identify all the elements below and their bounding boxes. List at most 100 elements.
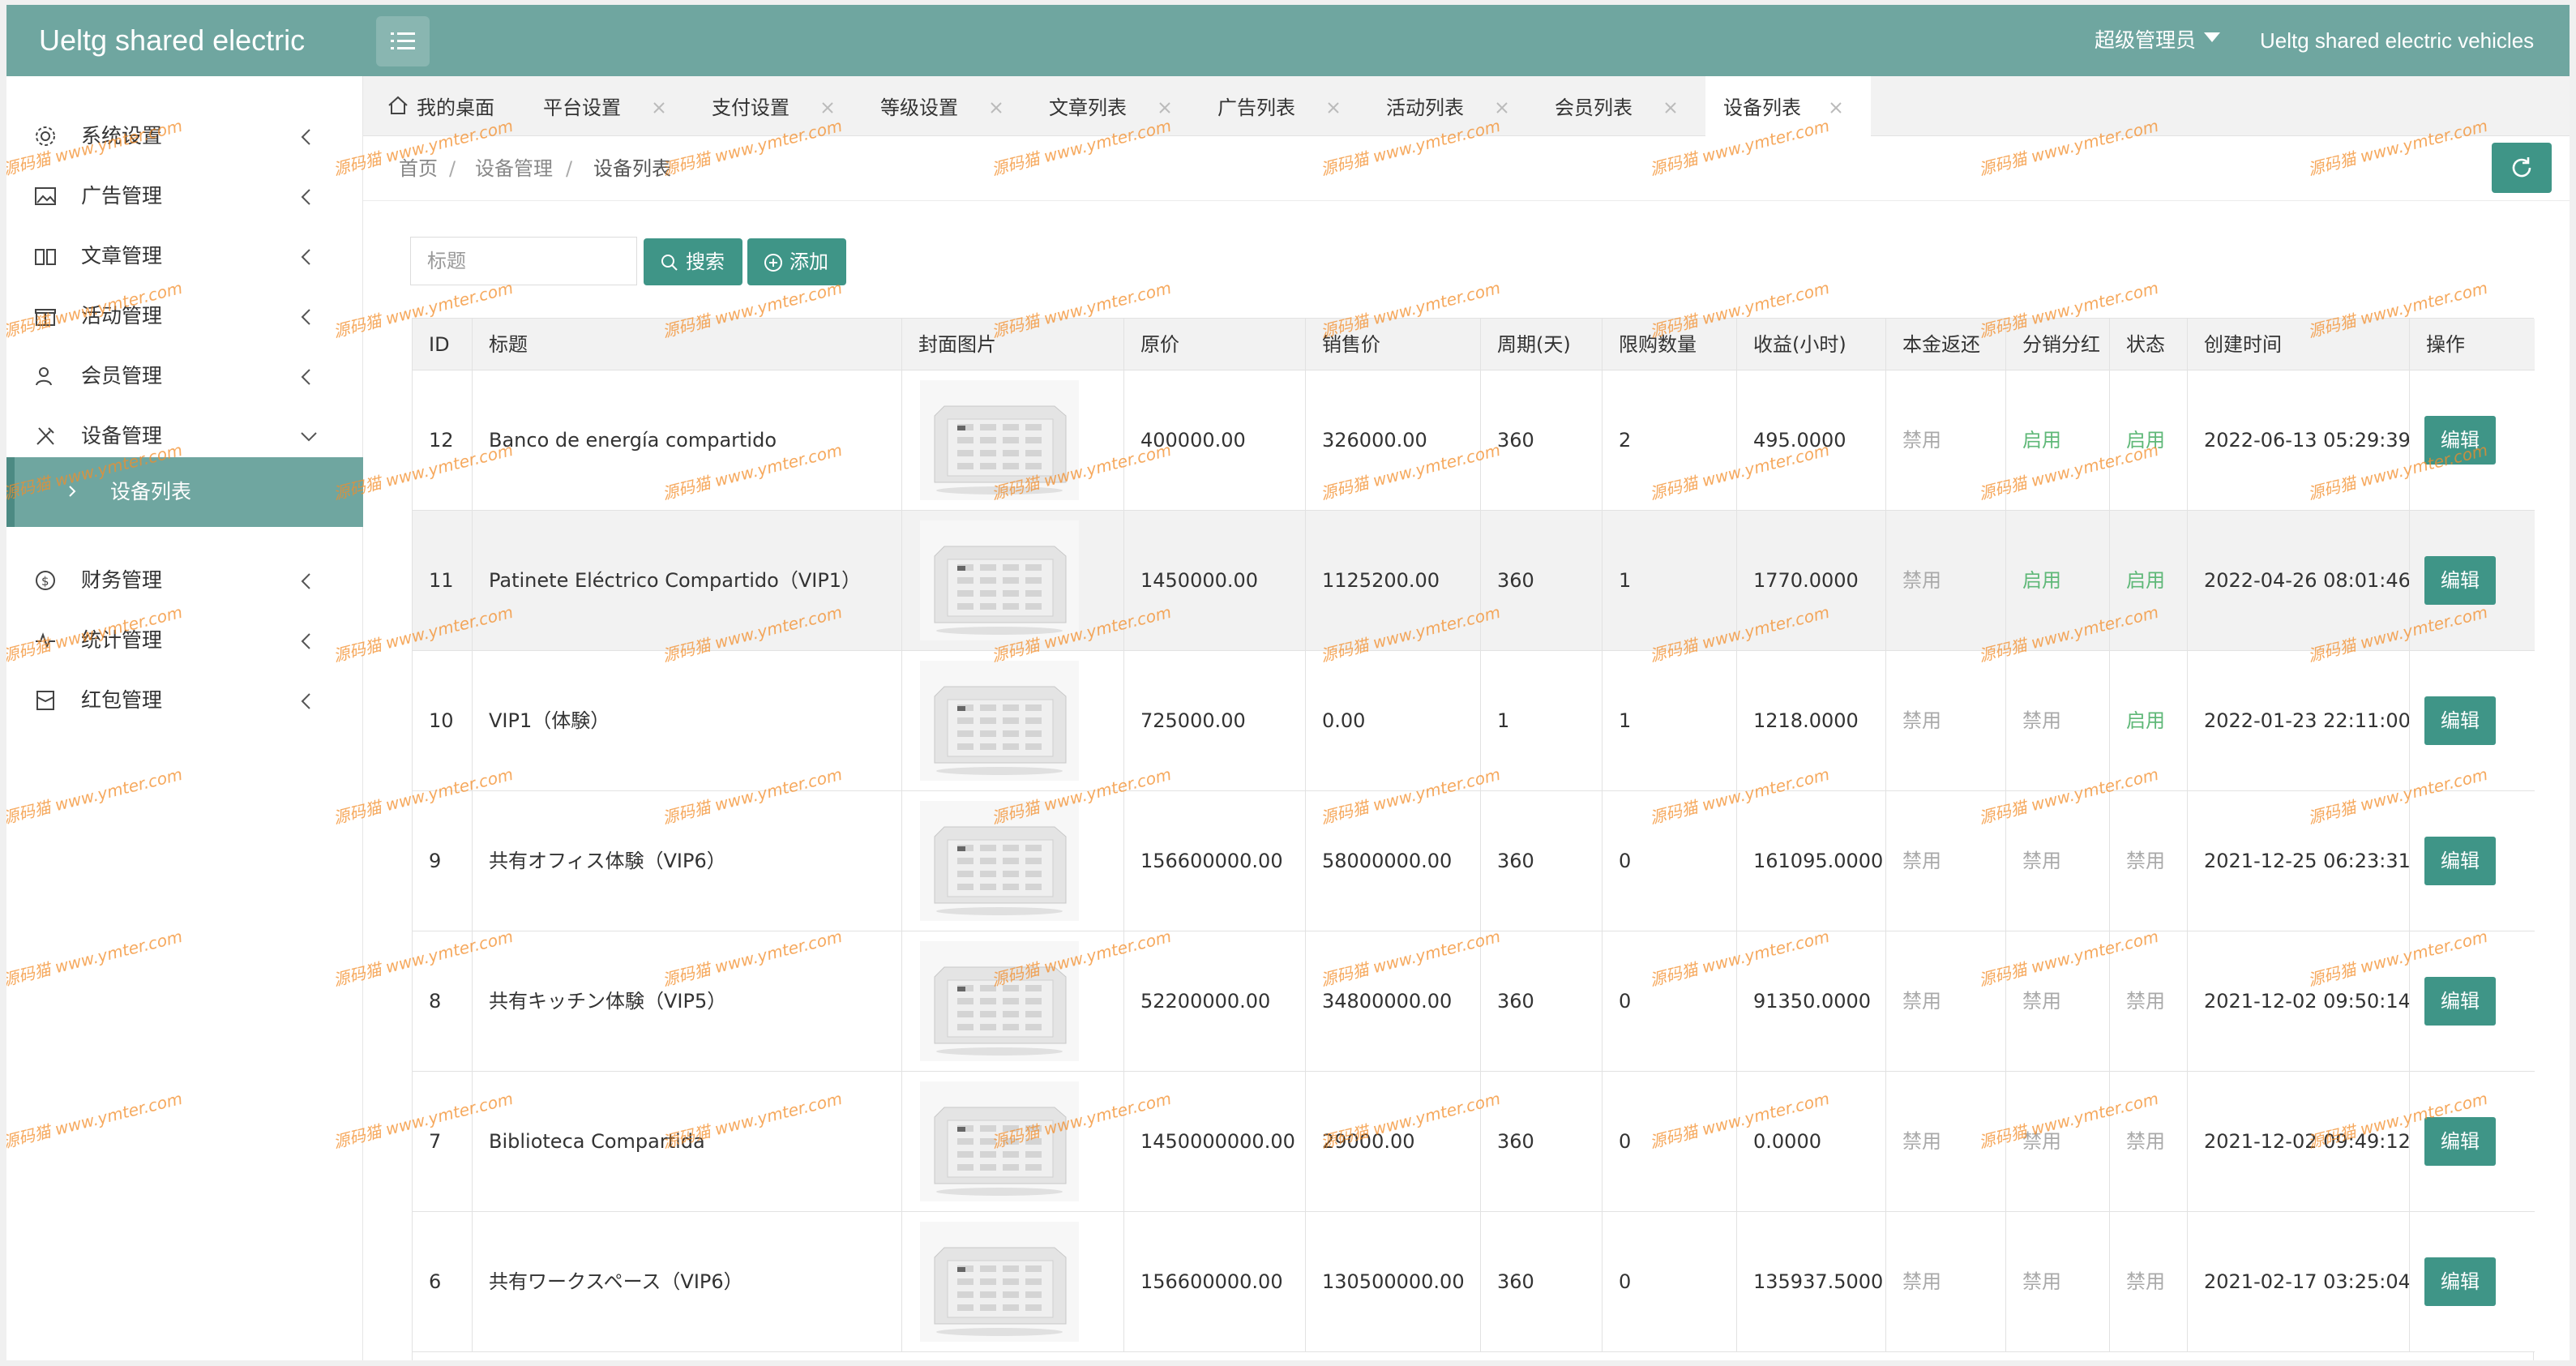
cell-title: 共有キッチン体験（VIP5） — [473, 931, 902, 1072]
sidebar-item-0[interactable]: 系统设置 — [6, 107, 363, 165]
cell-status: 禁用 — [2110, 931, 2188, 1072]
cell-dist: 禁用 — [2006, 931, 2110, 1072]
cell-id: 12 — [413, 370, 473, 511]
breadcrumb-home[interactable]: 首页 — [399, 136, 438, 201]
tab-3[interactable]: 等级设置 — [862, 76, 1031, 136]
cell-status: 禁用 — [2110, 1072, 2188, 1212]
column-header: 封面图片 — [902, 319, 1124, 370]
close-icon[interactable] — [652, 101, 666, 115]
sidebar-item-1[interactable]: 广告管理 — [6, 167, 363, 225]
table-row: 12 Banco de energía compartido 400000.00 32… — [413, 370, 2535, 511]
tab-bar: 我的桌面 平台设置 支付设置 等级设置 文章列表 广告列表 活动列表 会员列表 设备列表 — [363, 76, 2570, 136]
cell-refund: 禁用 — [1886, 791, 2006, 931]
close-icon[interactable] — [820, 101, 835, 115]
cell-period: 360 — [1481, 791, 1603, 931]
edit-button[interactable]: 编辑 — [2424, 837, 2496, 885]
cover-image — [920, 801, 1079, 921]
sidebar-subitem-device-list[interactable]: 设备列表 — [6, 457, 363, 527]
menu-toggle-button[interactable] — [376, 16, 430, 66]
app-logo[interactable]: Ueltg shared electric — [39, 5, 305, 76]
cell-sale: 326000.00 — [1306, 370, 1481, 511]
tab-label: 广告列表 — [1217, 96, 1295, 119]
edit-button[interactable]: 编辑 — [2424, 977, 2496, 1026]
close-icon[interactable] — [1829, 101, 1843, 115]
refresh-button[interactable] — [2492, 143, 2552, 193]
chevron-left-icon — [301, 249, 310, 265]
tab-6[interactable]: 活动列表 — [1368, 76, 1537, 136]
sidebar-item-2[interactable]: 文章管理 — [6, 227, 363, 285]
site-name[interactable]: Ueltg shared electric vehicles — [2260, 5, 2534, 76]
search-button[interactable]: 搜索 — [644, 238, 742, 285]
chevron-down-icon — [301, 432, 317, 442]
sidebar-subitem-label: 设备列表 — [110, 480, 192, 503]
table-row: 8 共有キッチン体験（VIP5） 52200000.00 34800000.00 360… — [413, 931, 2535, 1072]
cell-cover — [902, 791, 1124, 931]
column-header: 收益(小时) — [1737, 319, 1886, 370]
sidebar-item-3[interactable]: 活动管理 — [6, 287, 363, 345]
edit-button[interactable]: 编辑 — [2424, 1257, 2496, 1306]
cell-status: 启用 — [2110, 511, 2188, 651]
edit-button[interactable]: 编辑 — [2424, 416, 2496, 465]
cell-refund: 禁用 — [1886, 1212, 2006, 1352]
close-icon[interactable] — [989, 101, 1003, 115]
close-icon[interactable] — [1495, 101, 1509, 115]
cell-income: 135937.5000 — [1737, 1212, 1886, 1352]
tab-8[interactable]: 设备列表 — [1705, 76, 1871, 136]
cell-created: 2022-01-23 22:11:00 — [2188, 651, 2410, 791]
gear-icon — [36, 126, 55, 146]
edit-button[interactable]: 编辑 — [2424, 1117, 2496, 1166]
cell-title: Biblioteca Compartida — [473, 1072, 902, 1212]
cell-period: 360 — [1481, 931, 1603, 1072]
cell-actions: 编辑 — [2410, 931, 2535, 1072]
sidebar-item-label: 广告管理 — [81, 184, 163, 208]
edit-button[interactable]: 编辑 — [2424, 556, 2496, 605]
refresh-icon — [2512, 157, 2531, 178]
cell-limit: 0 — [1603, 791, 1737, 931]
cell-title: Banco de energía compartido — [473, 370, 902, 511]
chevron-left-icon — [301, 633, 310, 649]
breadcrumb-separator: / — [566, 157, 573, 180]
title-search-input[interactable] — [410, 237, 637, 285]
cell-title: 共有ワークスペース（VIP6） — [473, 1212, 902, 1352]
cell-created: 2022-04-26 08:01:46 — [2188, 511, 2410, 651]
sidebar-item-label: 财务管理 — [81, 568, 163, 592]
breadcrumb: 首页 / 设备管理 / 设备列表 — [363, 136, 2570, 201]
tab-5[interactable]: 广告列表 — [1200, 76, 1368, 136]
table-row: 11 Patinete Eléctrico Compartido（VIP1） 145… — [413, 511, 2535, 651]
breadcrumb-device-management[interactable]: 设备管理 — [475, 136, 553, 201]
tab-1[interactable]: 平台设置 — [525, 76, 694, 136]
close-icon[interactable] — [1663, 101, 1678, 115]
sidebar-item-7[interactable]: 统计管理 — [6, 611, 363, 670]
edit-button[interactable]: 编辑 — [2424, 696, 2496, 745]
column-header: 限购数量 — [1603, 319, 1737, 370]
tab-label: 活动列表 — [1386, 96, 1464, 119]
column-header: 操作 — [2426, 333, 2465, 356]
cell-period: 360 — [1481, 1072, 1603, 1212]
cell-cover — [902, 931, 1124, 1072]
sidebar: 系统设置 广告管理 文章管理 活动管理 会员管理 设备管理 $ 财务管理 统计管理 红包管理 设备列… — [6, 76, 363, 1360]
cell-actions: 编辑 — [2410, 791, 2535, 931]
sidebar-item-8[interactable]: 红包管理 — [6, 671, 363, 730]
cell-limit: 0 — [1603, 931, 1737, 1072]
cell-dist: 禁用 — [2006, 1072, 2110, 1212]
close-icon[interactable] — [1326, 101, 1341, 115]
sidebar-item-6[interactable]: $ 财务管理 — [6, 551, 363, 610]
cell-id: 6 — [413, 1212, 473, 1352]
cell-actions: 编辑 — [2410, 511, 2535, 651]
user-dropdown[interactable]: 超级管理员 — [2095, 5, 2221, 76]
cover-image — [920, 380, 1079, 500]
add-button[interactable]: 添加 — [747, 238, 846, 285]
cover-image — [920, 520, 1079, 640]
tab-7[interactable]: 会员列表 — [1537, 76, 1705, 136]
sidebar-item-4[interactable]: 会员管理 — [6, 347, 363, 405]
tab-4[interactable]: 文章列表 — [1031, 76, 1200, 136]
cover-image — [920, 661, 1079, 781]
close-icon[interactable] — [1157, 101, 1172, 115]
tab-label: 会员列表 — [1555, 96, 1632, 119]
sidebar-item-label: 红包管理 — [81, 688, 163, 712]
tab-0[interactable]: 我的桌面 — [363, 76, 525, 136]
breadcrumb-separator: / — [449, 157, 456, 180]
column-header: ID — [413, 319, 473, 370]
tab-2[interactable]: 支付设置 — [694, 76, 862, 136]
cell-price: 400000.00 — [1124, 370, 1306, 511]
